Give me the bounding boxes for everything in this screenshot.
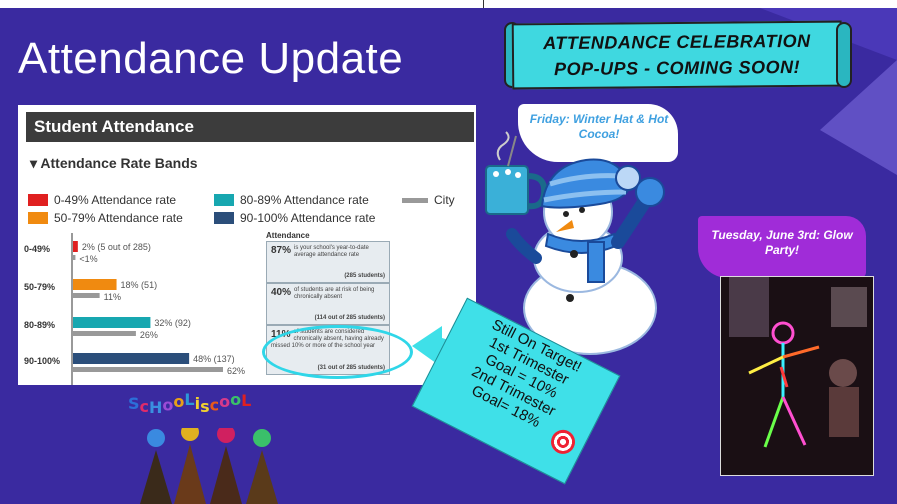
bar-city-label: <1% [79,254,97,264]
legend-label: 50-79% Attendance rate [54,211,183,225]
bar-city-label: 11% [104,292,121,302]
category-label: 50-79% [24,282,55,292]
bar-school [73,241,78,252]
stat-box: 87% is your school's year-to-date averag… [266,241,390,283]
category-label: 80-89% [24,320,55,330]
category-label: 0-49% [24,244,50,254]
bar-label: 18% (51) [121,280,158,290]
bar-city [73,367,223,372]
legend-swatch-teal [214,194,234,206]
cocoa-mug-icon [485,131,548,215]
logo-letter: H [149,397,163,417]
logo-letter: s [200,397,210,417]
legend-label: City [434,193,455,207]
logo-letter: o [173,392,185,412]
logo-letter: S [128,394,140,413]
stat-box: 40% of students are at risk of being chr… [266,283,390,325]
logo-letter: c [209,395,220,415]
top-strip [0,0,897,8]
logo-letter: o [219,392,231,412]
legend-swatch-red [28,194,48,206]
bar-label: 32% (92) [154,318,191,328]
bar-city [73,255,76,260]
page-title: Attendance Update [18,34,404,83]
logo-letter: L [184,390,195,410]
section-title-label: Attendance Rate Bands [40,155,198,171]
banner-scroll-right [836,22,852,88]
stat-pct: 40% [271,287,292,298]
category-label: 90-100% [24,356,60,366]
panel-header: Student Attendance [26,112,474,142]
bar-city [73,293,100,298]
stat-count: (285 students) [344,273,385,279]
kids-illustration [140,428,278,504]
highlight-circle [262,325,413,379]
school-is-cool-logo: ScHooL is cooL [128,390,252,417]
logo-letter: o [162,395,174,415]
celebration-banner: ATTENDANCE CELEBRATION POP-UPS - COMING … [511,20,843,90]
bar-city-label: 26% [140,330,158,340]
bar-school [73,353,190,364]
legend-label: 90-100% Attendance rate [240,211,376,225]
bar-city-label: 62% [227,366,245,376]
bar-school [73,279,117,290]
legend-item-80-89: 80-89% Attendance rate [214,193,369,207]
stat-count: (114 out of 285 students) [314,315,385,321]
logo-letter: o [230,390,242,410]
legend-item-90-100: 90-100% Attendance rate [214,211,375,225]
legend-swatch-gray [402,197,428,203]
legend-item-50-79: 50-79% Attendance rate [28,211,183,225]
bar-city [73,331,136,336]
bar-label: 2% (5 out of 285) [82,242,151,252]
bar-label: 48% (137) [193,354,235,364]
banner-line-1: ATTENDANCE CELEBRATION [543,30,811,54]
logo-letter: c [139,397,150,417]
legend-item-0-49: 0-49% Attendance rate [28,193,176,207]
glow-party-photo [720,276,874,476]
stat-pct: 87% [271,245,292,256]
attendance-bar-chart: 0-49% 2% (5 out of 285) <1% 50-79% 18% (51)1… [24,233,245,385]
legend-label: 0-49% Attendance rate [54,193,177,207]
bar-school [73,317,151,328]
legend-swatch-navy [214,212,234,224]
tuesday-text: Tuesday, June 3rd: Glow Party! [711,228,853,257]
glow-figure-illustration [721,277,873,475]
banner-line-2: POP-UPS - COMING SOON! [554,56,801,80]
legend-item-city: City [402,193,455,207]
legend-swatch-orange [28,212,48,224]
text-cursor [483,0,484,8]
logo-letter: L [241,390,252,410]
legend-label: 80-89% Attendance rate [240,193,369,207]
section-title: ▾ Attendance Rate Bands [30,155,198,171]
attendance-label: Attendance [266,231,310,240]
slide: Attendance Update Student Attendance ▾ A… [0,0,897,504]
